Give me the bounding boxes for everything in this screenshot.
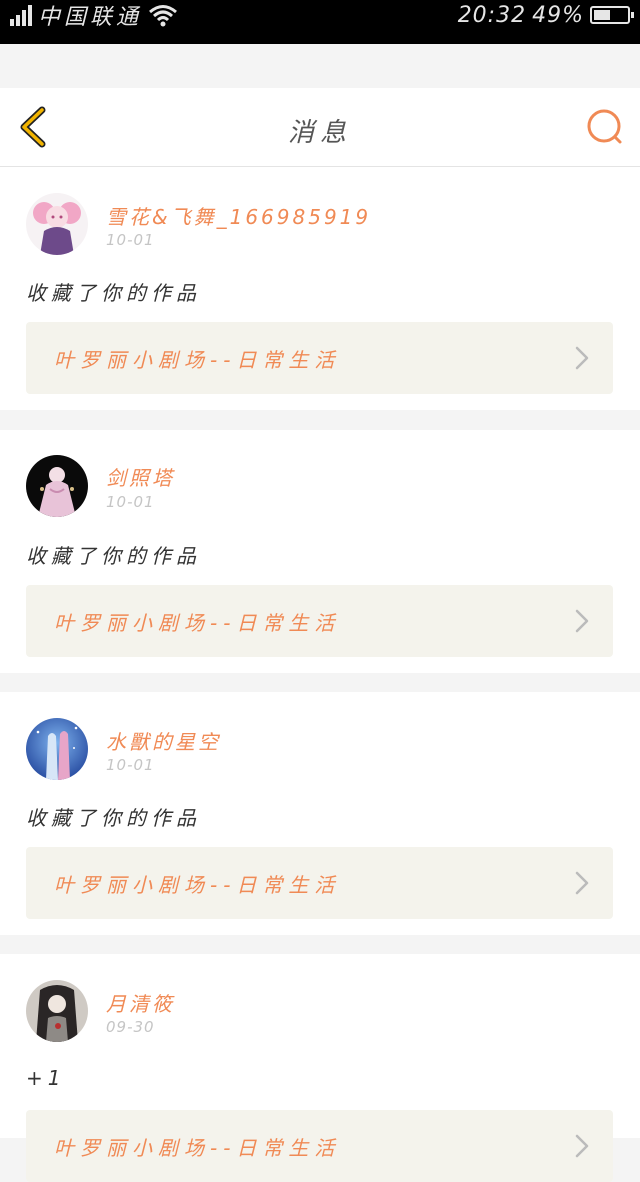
message-card: 水獸的星空 10-01 收藏了你的作品 叶罗丽小剧场--日常生活 <box>0 692 640 935</box>
avatar[interactable] <box>26 455 88 517</box>
avatar-image <box>26 193 88 255</box>
message-text: +1 <box>26 1066 66 1090</box>
chevron-right-icon <box>575 871 589 895</box>
title-bar: 消息 <box>0 88 640 167</box>
timestamp: 10-01 <box>106 756 155 774</box>
work-title: 叶罗丽小剧场--日常生活 <box>54 348 341 372</box>
battery-fill <box>594 10 610 20</box>
battery-percent: 49% <box>532 2 584 28</box>
username[interactable]: 剑照塔 <box>106 462 175 491</box>
avatar[interactable] <box>26 718 88 780</box>
avatar-image <box>26 455 88 517</box>
battery-icon <box>590 6 634 24</box>
page-title: 消息 <box>287 118 352 148</box>
work-link[interactable]: 叶罗丽小剧场--日常生活 <box>26 585 613 657</box>
avatar-image <box>26 718 88 780</box>
username[interactable]: 月清筱 <box>106 988 175 1017</box>
work-title: 叶罗丽小剧场--日常生活 <box>54 1136 341 1160</box>
work-title: 叶罗丽小剧场--日常生活 <box>54 873 341 897</box>
avatar-image <box>26 980 88 1042</box>
message-text: 收藏了你的作品 <box>26 544 201 568</box>
carrier-name: 中国联通 <box>38 5 143 30</box>
message-text: 收藏了你的作品 <box>26 806 201 830</box>
username[interactable]: 水獸的星空 <box>106 726 221 755</box>
clock: 20:32 <box>457 2 527 28</box>
timestamp: 09-30 <box>106 1018 155 1036</box>
username[interactable]: 雪花&飞舞_166985919 <box>106 201 371 230</box>
message-card: 雪花&飞舞_166985919 10-01 收藏了你的作品 叶罗丽小剧场--日常… <box>0 167 640 410</box>
wifi-icon <box>149 5 177 27</box>
message-card: 剑照塔 10-01 收藏了你的作品 叶罗丽小剧场--日常生活 <box>0 430 640 673</box>
search-button[interactable] <box>584 106 626 148</box>
status-bar: 中国联通 20:32 49% <box>0 0 640 44</box>
timestamp: 10-01 <box>106 231 155 249</box>
work-link[interactable]: 叶罗丽小剧场--日常生活 <box>26 847 613 919</box>
search-icon <box>587 109 622 144</box>
status-left: 中国联通 <box>10 0 178 30</box>
work-link[interactable]: 叶罗丽小剧场--日常生活 <box>26 322 613 394</box>
work-title: 叶罗丽小剧场--日常生活 <box>54 611 341 635</box>
timestamp: 10-01 <box>106 493 155 511</box>
message-text: 收藏了你的作品 <box>26 281 201 305</box>
work-link[interactable]: 叶罗丽小剧场--日常生活 <box>26 1110 613 1182</box>
avatar[interactable] <box>26 980 88 1042</box>
message-card: 月清筱 09-30 +1 叶罗丽小剧场--日常生活 <box>0 954 640 1182</box>
status-right: 20:32 49% <box>457 0 634 30</box>
chevron-right-icon <box>575 346 589 370</box>
chevron-right-icon <box>575 609 589 633</box>
signal-icon <box>10 4 32 26</box>
avatar[interactable] <box>26 193 88 255</box>
